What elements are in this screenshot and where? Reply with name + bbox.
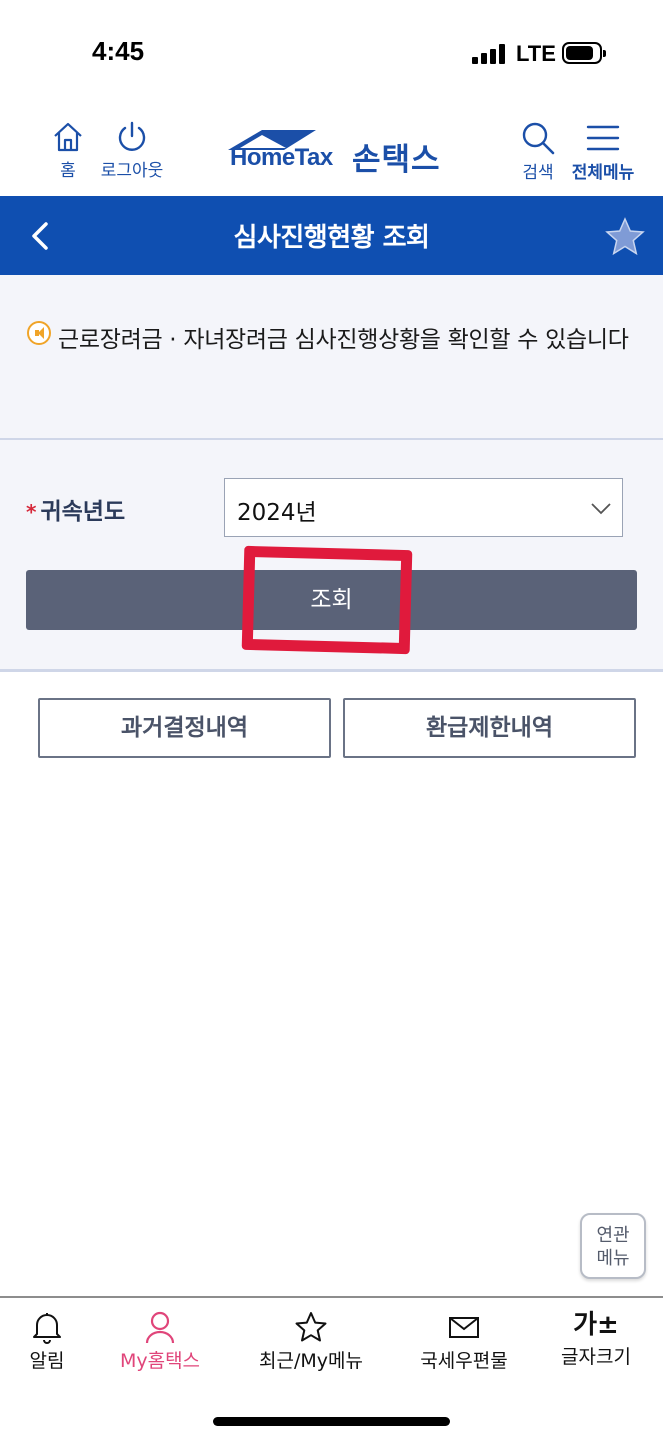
notice-text: 근로장려금 · 자녀장려금 심사진행상황을 확인할 수 있습니다 xyxy=(58,327,629,353)
nav-label-my-hometax: My홈택스 xyxy=(119,1350,201,1372)
person-icon xyxy=(145,1311,175,1344)
nav-label-tax-mail: 국세우편물 xyxy=(420,1350,508,1372)
app-header: 홈 로그아웃 HomeTax 손택스 검색 전체메뉴 xyxy=(0,100,663,196)
nav-item-font-size[interactable]: 가± 글자크기 xyxy=(550,1310,642,1369)
search-label: 검색 xyxy=(522,163,554,183)
status-time: 4:45 xyxy=(92,36,145,66)
year-label-text: 귀속년도 xyxy=(40,499,126,525)
font-size-icon: 가± xyxy=(573,1310,619,1340)
related-menu-button[interactable]: 연관 메뉴 xyxy=(580,1213,646,1279)
hometax-logo[interactable]: HomeTax 손택스 xyxy=(226,126,446,178)
year-select-value: 2024년 xyxy=(237,500,317,526)
search-button[interactable]: 검색 xyxy=(516,120,560,183)
chevron-down-icon xyxy=(591,503,611,515)
related-menu-line2: 메뉴 xyxy=(596,1248,630,1269)
logout-label: 로그아웃 xyxy=(100,161,164,181)
bell-icon xyxy=(33,1313,61,1344)
required-mark: * xyxy=(26,500,37,524)
mail-icon xyxy=(449,1317,479,1338)
related-menu-line1: 연관 xyxy=(596,1225,630,1246)
home-label: 홈 xyxy=(60,161,76,181)
home-button[interactable]: 홈 xyxy=(46,120,90,181)
signal-icon xyxy=(472,44,506,64)
notice-box: 근로장려금 · 자녀장려금 심사진행상황을 확인할 수 있습니다 xyxy=(0,275,663,440)
home-indicator xyxy=(213,1417,450,1426)
nav-label-alerts: 알림 xyxy=(29,1350,65,1372)
status-bar: 4:45 LTE xyxy=(0,0,663,100)
all-menu-button[interactable]: 전체메뉴 xyxy=(566,120,640,183)
speaker-icon xyxy=(27,321,51,345)
home-icon xyxy=(54,122,82,152)
search-form: * 귀속년도 2024년 조회 xyxy=(0,440,663,672)
year-field-label: * 귀속년도 xyxy=(26,492,125,526)
hamburger-menu-icon xyxy=(586,125,620,151)
title-bar: 심사진행현황 조회 xyxy=(0,196,663,275)
star-outline-icon xyxy=(295,1312,327,1342)
inquiry-button[interactable]: 조회 xyxy=(26,570,637,630)
favorite-button[interactable] xyxy=(604,216,646,258)
nav-label-recent-menu: 최근/My메뉴 xyxy=(259,1350,363,1372)
battery-icon xyxy=(562,42,606,64)
page-title: 심사진행현황 조회 xyxy=(233,223,430,253)
search-icon xyxy=(522,122,555,155)
year-select[interactable]: 2024년 xyxy=(224,478,623,537)
nav-item-alerts[interactable]: 알림 xyxy=(14,1310,80,1373)
logo-text-en: HomeTax xyxy=(230,144,333,171)
nav-item-tax-mail[interactable]: 국세우편물 xyxy=(408,1310,520,1373)
logo-text-ko: 손택스 xyxy=(352,142,441,178)
nav-label-font-size: 글자크기 xyxy=(561,1346,631,1368)
star-icon xyxy=(605,217,645,256)
all-menu-label: 전체메뉴 xyxy=(571,163,635,183)
nav-item-recent-menu[interactable]: 최근/My메뉴 xyxy=(248,1310,374,1373)
past-decision-button[interactable]: 과거결정내역 xyxy=(38,698,331,758)
logout-button[interactable]: 로그아웃 xyxy=(96,120,168,181)
network-type: LTE xyxy=(516,41,556,66)
nav-item-my-hometax[interactable]: My홈택스 xyxy=(110,1310,210,1373)
refund-limit-button[interactable]: 환급제한내역 xyxy=(343,698,636,758)
power-icon xyxy=(118,121,146,151)
